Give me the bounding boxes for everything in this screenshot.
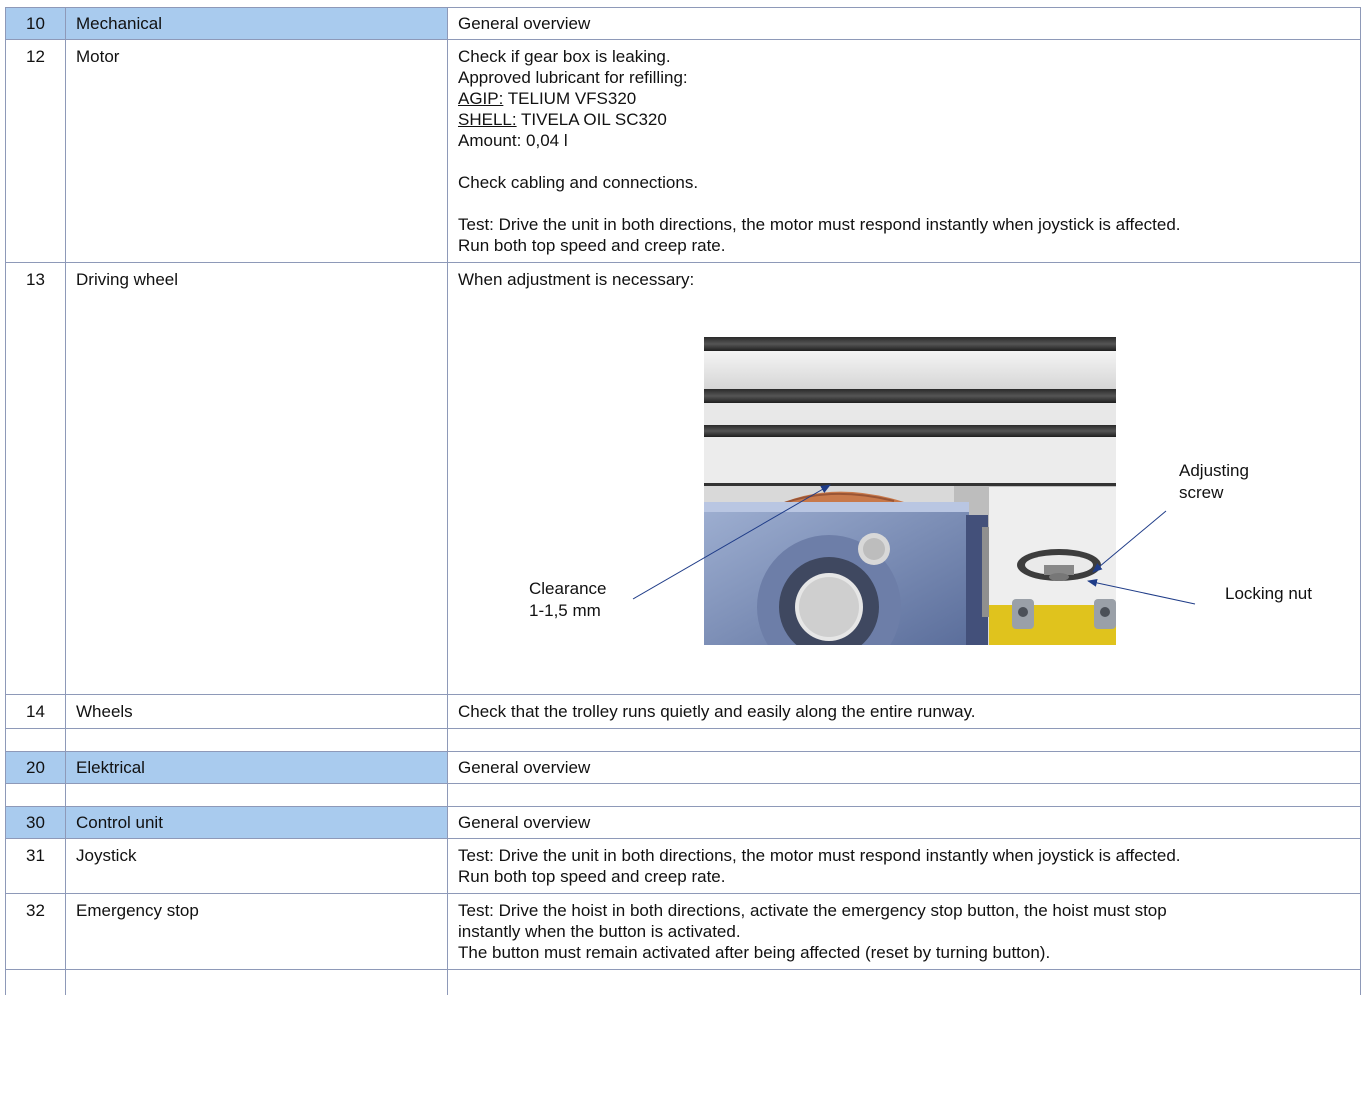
item-description: General overview — [447, 7, 1361, 40]
callout-text: Adjusting — [1179, 461, 1249, 480]
desc-line: Test: Drive the hoist in both directions… — [458, 901, 1167, 920]
item-name: Elektrical — [65, 751, 448, 784]
lubricant-name: TELIUM VFS320 — [503, 89, 637, 108]
section-row-mechanical: 10 Mechanical General overview — [5, 7, 1361, 40]
table-row-emergency-stop: 32 Emergency stop Test: Drive the hoist … — [5, 893, 1361, 970]
adjusting-screw-callout: Adjusting screw — [1179, 460, 1249, 504]
item-name: Joystick — [65, 838, 448, 894]
item-number: 10 — [5, 7, 66, 40]
desc-line: The button must remain activated after b… — [458, 943, 1051, 962]
desc-line: AGIP: TELIUM VFS320 — [458, 88, 1350, 109]
item-number: 12 — [5, 39, 66, 263]
callout-text: 1-1,5 mm — [529, 601, 601, 620]
item-description: When adjustment is necessary: Adjusting … — [447, 262, 1361, 695]
item-description: Check that the trolley runs quietly and … — [447, 694, 1361, 729]
blank-row — [5, 783, 1361, 807]
item-description: General overview — [447, 806, 1361, 839]
item-name: Motor — [65, 39, 448, 263]
item-name: Driving wheel — [65, 262, 448, 695]
adjusting-screw-leader — [1092, 510, 1167, 573]
section-row-elektrical: 20 Elektrical General overview — [5, 751, 1361, 784]
item-name: Control unit — [65, 806, 448, 839]
table-row-motor: 12 Motor Check if gear box is leaking. A… — [5, 39, 1361, 263]
item-number: 20 — [5, 751, 66, 784]
lubricant-brand: SHELL: — [458, 110, 517, 129]
item-description: Check if gear box is leaking. Approved l… — [447, 39, 1361, 263]
desc-line: Amount: 0,04 l — [458, 131, 568, 150]
table-row-driving-wheel: 13 Driving wheel When adjustment is nece… — [5, 262, 1361, 695]
item-number: 31 — [5, 838, 66, 894]
item-description: Test: Drive the hoist in both directions… — [447, 893, 1361, 970]
item-description: General overview — [447, 751, 1361, 784]
desc-line: Test: Drive the unit in both directions,… — [458, 846, 1181, 865]
desc-line: Run both top speed and creep rate. — [458, 867, 726, 886]
item-number: 14 — [5, 694, 66, 729]
driving-wheel-figure: Adjusting screw Clearance 1-1,5 mm Locki… — [458, 304, 1343, 674]
item-number: 32 — [5, 893, 66, 970]
callout-text: Locking nut — [1225, 584, 1312, 603]
desc-line: Check cabling and connections. — [458, 173, 699, 192]
callout-text: Clearance — [529, 579, 607, 598]
desc-line: Check if gear box is leaking. — [458, 47, 671, 66]
item-number: 13 — [5, 262, 66, 695]
desc-line: When adjustment is necessary: — [458, 270, 695, 289]
desc-line: instantly when the button is activated. — [458, 922, 741, 941]
item-name: Mechanical — [65, 7, 448, 40]
desc-line: Approved lubricant for refilling: — [458, 68, 688, 87]
section-row-control-unit: 30 Control unit General overview — [5, 806, 1361, 839]
locking-nut-callout: Locking nut — [1225, 583, 1312, 605]
clearance-leader — [632, 484, 831, 600]
item-number: 30 — [5, 806, 66, 839]
maintenance-table: 10 Mechanical General overview 12 Motor … — [5, 7, 1361, 995]
item-name: Wheels — [65, 694, 448, 729]
table-row-wheels: 14 Wheels Check that the trolley runs qu… — [5, 694, 1361, 729]
locking-nut-leader — [1087, 578, 1196, 605]
desc-line: Run both top speed and creep rate. — [458, 236, 726, 255]
item-description: Test: Drive the unit in both directions,… — [447, 838, 1361, 894]
item-name: Emergency stop — [65, 893, 448, 970]
blank-row — [5, 728, 1361, 752]
lubricant-brand: AGIP: — [458, 89, 504, 108]
table-row-joystick: 31 Joystick Test: Drive the unit in both… — [5, 838, 1361, 894]
lubricant-name: TIVELA OIL SC320 — [516, 110, 667, 129]
callout-text: screw — [1179, 483, 1224, 502]
desc-line: SHELL: TIVELA OIL SC320 — [458, 109, 1350, 130]
clearance-callout: Clearance 1-1,5 mm — [529, 578, 607, 622]
desc-line: Test: Drive the unit in both directions,… — [458, 215, 1181, 234]
blank-row — [5, 969, 1361, 995]
